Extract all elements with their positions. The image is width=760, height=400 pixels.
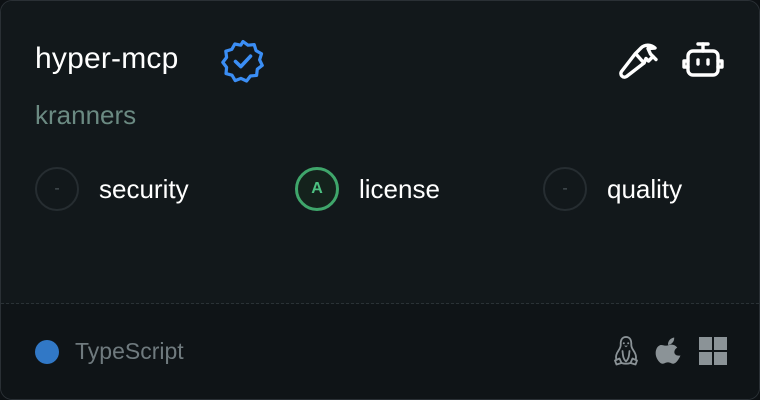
quality-label: quality <box>607 173 683 204</box>
apple-icon <box>655 337 681 364</box>
security-label: security <box>99 173 189 204</box>
robot-icon[interactable] <box>679 37 727 85</box>
language-color-dot <box>35 340 59 364</box>
license-grade-badge: A <box>295 167 339 211</box>
metric-license[interactable]: A license <box>295 165 440 213</box>
metric-quality[interactable]: - quality <box>543 165 682 213</box>
security-grade-badge: - <box>35 167 79 211</box>
windows-icon <box>699 337 727 365</box>
card-body: hyper-mcp kranners - security A license … <box>1 1 759 303</box>
verified-badge-icon <box>221 39 264 83</box>
server-card[interactable]: hyper-mcp kranners - security A license … <box>0 0 760 400</box>
metric-security[interactable]: - security <box>35 165 189 213</box>
language-name: TypeScript <box>75 338 184 364</box>
hammer-icon[interactable] <box>613 37 661 85</box>
license-label: license <box>359 173 440 204</box>
quality-grade-badge: - <box>543 167 587 211</box>
server-title[interactable]: hyper-mcp <box>35 39 179 79</box>
author-name[interactable]: kranners <box>35 98 136 132</box>
linux-icon <box>614 336 638 366</box>
